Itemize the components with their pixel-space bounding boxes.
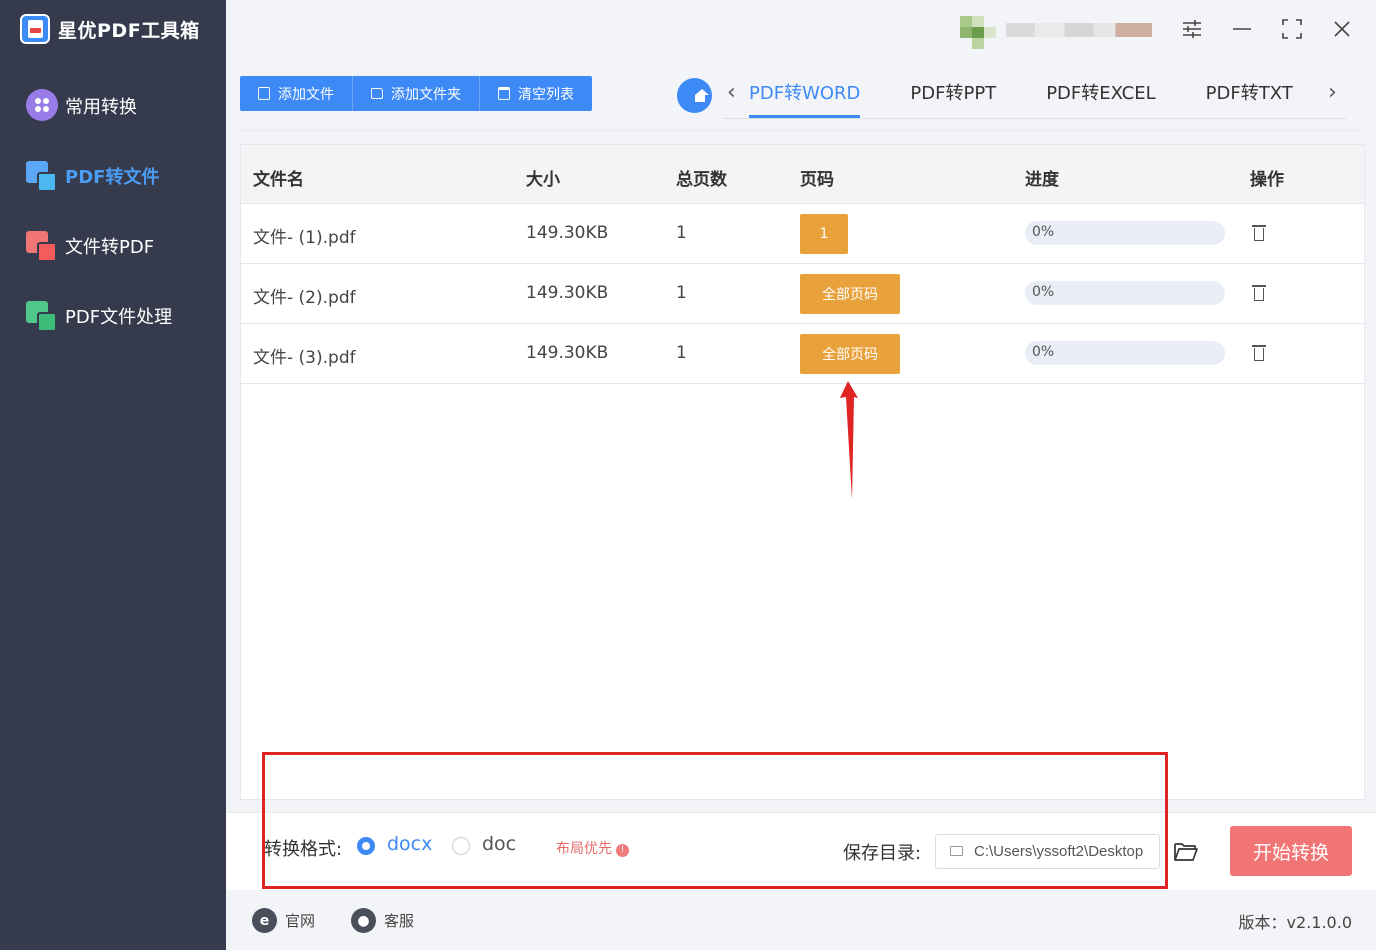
website-label: 官网 <box>285 912 316 930</box>
file-pages: 1 <box>676 343 687 363</box>
clear-list-label: 清空列表 <box>518 86 574 103</box>
app-logo: 星优PDF工具箱 <box>20 14 200 44</box>
pdf-to-file-icon <box>26 159 60 193</box>
progress-text: 0% <box>1032 284 1055 300</box>
file-pages: 1 <box>676 283 687 303</box>
grid-flower-icon <box>26 89 60 123</box>
folder-icon <box>371 88 383 99</box>
delete-row-trash-icon[interactable] <box>1252 285 1266 301</box>
file-table: 文件名 大小 总页数 页码 进度 操作 文件- (1).pdf 149.30KB… <box>240 144 1365 800</box>
tab-pdf-to-txt[interactable]: PDF转TXT <box>1206 80 1293 118</box>
tab-next-chevron-icon[interactable]: › <box>1328 80 1337 105</box>
open-folder-icon[interactable] <box>1173 840 1199 862</box>
clear-list-button[interactable]: 清空列表 <box>480 76 592 111</box>
file-size: 149.30KB <box>526 223 609 243</box>
pdf-logo-icon <box>20 14 50 44</box>
minimize-icon[interactable] <box>1230 18 1254 42</box>
progress-bar: 0% <box>1025 281 1225 305</box>
version-text: 版本：v2.1.0.0 <box>1238 913 1352 932</box>
sidebar-item-file-to-pdf[interactable]: 文件转PDF <box>26 226 154 266</box>
sidebar: 星优PDF工具箱 常用转换 PDF转文件 文件转PDF PDF文件处理 <box>0 0 226 950</box>
progress-text: 0% <box>1032 224 1055 240</box>
table-header: 文件名 大小 总页数 页码 进度 操作 <box>241 145 1364 204</box>
sidebar-item-label: 文件转PDF <box>65 237 155 258</box>
settings-sliders-icon[interactable] <box>1180 18 1204 42</box>
tab-divider <box>723 118 1346 119</box>
tab-pdf-to-ppt[interactable]: PDF转PPT <box>910 80 996 118</box>
progress-text: 0% <box>1032 344 1055 360</box>
table-row: 文件- (1).pdf 149.30KB 1 1 0% <box>241 204 1364 264</box>
column-header-total-pages: 总页数 <box>676 170 727 190</box>
file-name: 文件- (3).pdf <box>253 348 356 368</box>
trash-icon <box>498 87 510 100</box>
progress-bar: 0% <box>1025 221 1225 245</box>
file-icon <box>258 87 270 100</box>
add-folder-label: 添加文件夹 <box>391 86 461 103</box>
column-header-page-range: 页码 <box>800 170 834 190</box>
file-pages: 1 <box>676 223 687 243</box>
file-size: 149.30KB <box>526 283 609 303</box>
table-row: 文件- (3).pdf 149.30KB 1 全部页码 0% <box>241 324 1364 384</box>
file-toolbar: 添加文件 添加文件夹 清空列表 <box>240 76 592 111</box>
app-title: 星优PDF工具箱 <box>58 19 200 42</box>
pdf-process-icon <box>26 299 60 333</box>
annotation-highlight-box <box>262 752 1168 889</box>
sidebar-item-pdf-to-file[interactable]: PDF转文件 <box>26 156 159 196</box>
progress-bar: 0% <box>1025 341 1225 365</box>
chat-bubble-icon: ● <box>351 908 376 933</box>
sidebar-item-label: PDF转文件 <box>65 167 160 188</box>
tab-prev-chevron-icon[interactable]: ‹ <box>727 80 736 105</box>
page-range-button[interactable]: 全部页码 <box>800 274 900 314</box>
column-header-filename: 文件名 <box>253 170 304 190</box>
page-range-button[interactable]: 1 <box>800 214 848 254</box>
tab-pdf-to-excel[interactable]: PDF转EXCEL <box>1046 80 1155 118</box>
file-to-pdf-icon <box>26 229 60 263</box>
column-header-progress: 进度 <box>1025 170 1059 190</box>
page-range-button[interactable]: 全部页码 <box>800 334 900 374</box>
username-blurred <box>1006 23 1152 37</box>
home-button[interactable] <box>677 78 712 113</box>
sidebar-item-label: PDF文件处理 <box>65 307 173 328</box>
maximize-icon[interactable] <box>1280 18 1304 42</box>
add-folder-button[interactable]: 添加文件夹 <box>353 76 480 111</box>
support-link[interactable]: ● 客服 <box>351 908 414 933</box>
delete-row-trash-icon[interactable] <box>1252 345 1266 361</box>
file-name: 文件- (2).pdf <box>253 288 356 308</box>
tab-pdf-to-word[interactable]: PDF转WORD <box>749 80 861 118</box>
header-divider <box>240 130 1364 131</box>
add-file-label: 添加文件 <box>278 86 334 103</box>
add-file-button[interactable]: 添加文件 <box>240 76 353 111</box>
file-name: 文件- (1).pdf <box>253 228 356 248</box>
sidebar-item-common-convert[interactable]: 常用转换 <box>26 86 137 126</box>
avatar[interactable] <box>960 16 996 49</box>
website-link[interactable]: e 官网 <box>252 908 315 933</box>
column-header-size: 大小 <box>526 170 560 190</box>
close-icon[interactable] <box>1330 18 1354 42</box>
sidebar-item-label: 常用转换 <box>65 97 137 118</box>
file-size: 149.30KB <box>526 343 609 363</box>
table-row: 文件- (2).pdf 149.30KB 1 全部页码 0% <box>241 264 1364 324</box>
conversion-tabs: PDF转WORD PDF转PPT PDF转EXCEL PDF转TXT <box>749 80 1343 118</box>
sidebar-item-pdf-process[interactable]: PDF文件处理 <box>26 296 172 336</box>
support-label: 客服 <box>384 912 415 930</box>
delete-row-trash-icon[interactable] <box>1252 225 1266 241</box>
start-convert-button[interactable]: 开始转换 <box>1230 826 1352 876</box>
browser-e-icon: e <box>252 908 277 933</box>
column-header-actions: 操作 <box>1250 170 1284 190</box>
